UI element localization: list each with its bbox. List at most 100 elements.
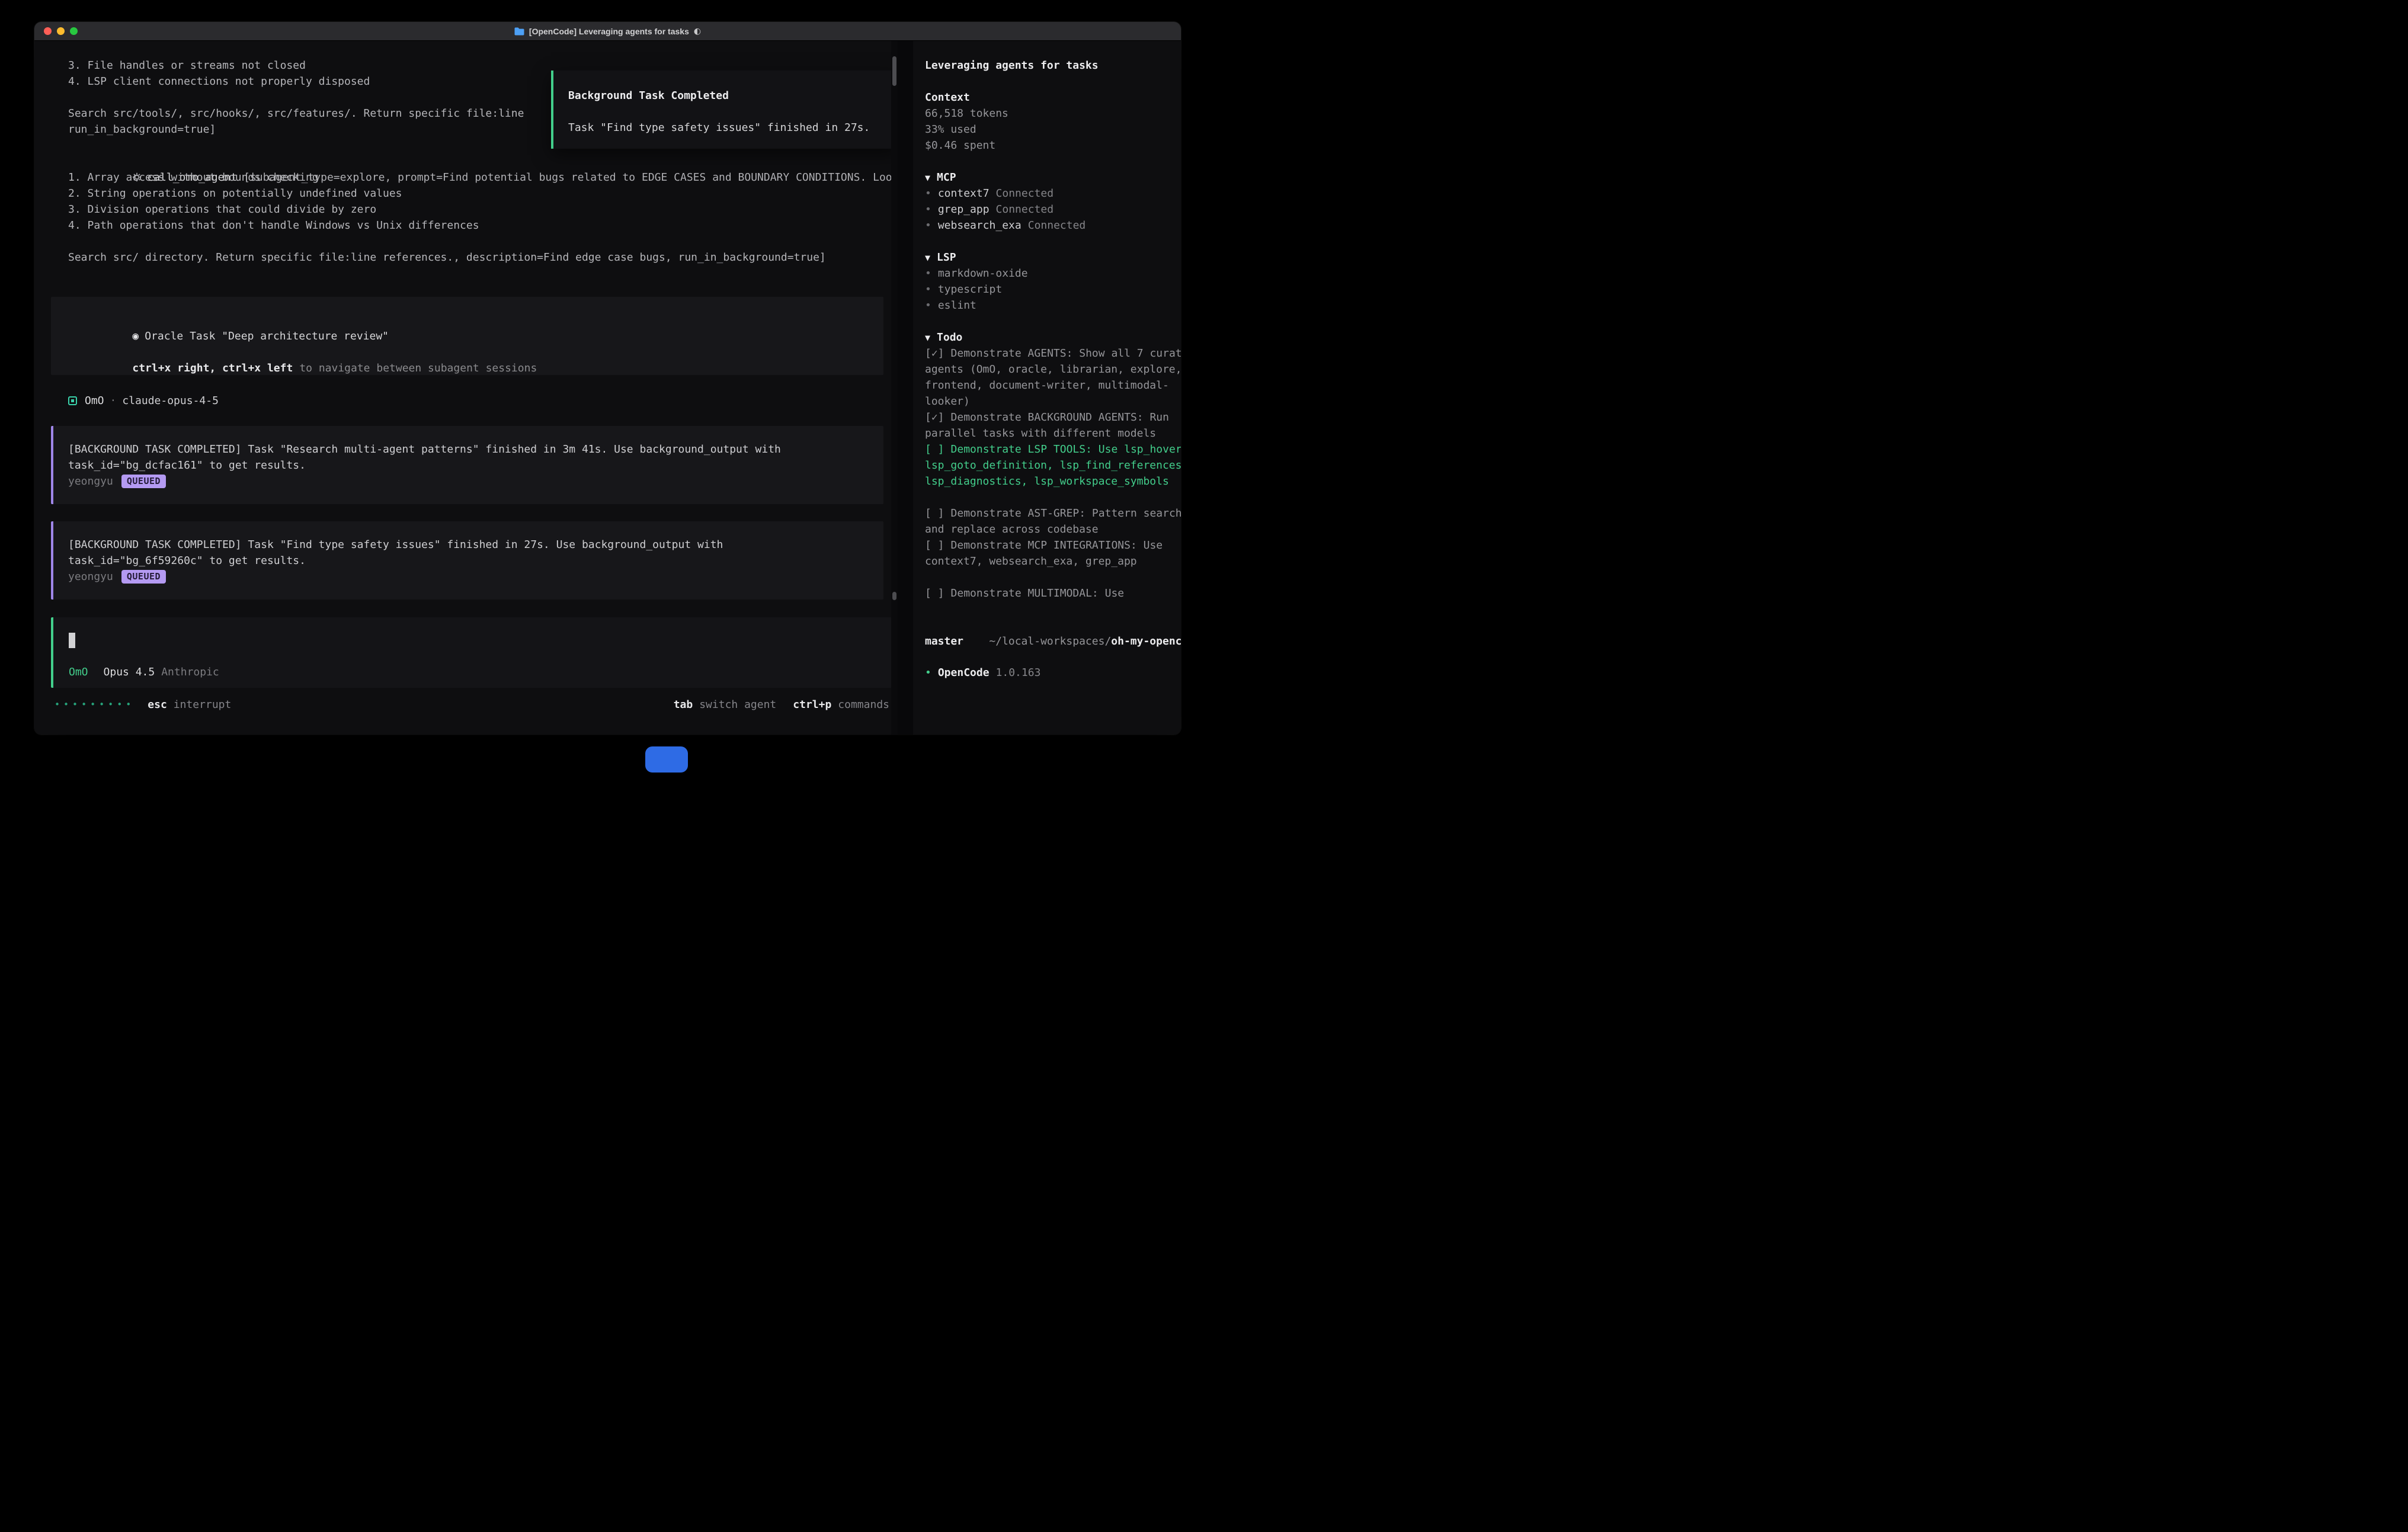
workspace-path-prefix: ~/local-workspaces/ xyxy=(989,635,1111,648)
todo-checkbox: [ ] xyxy=(925,587,944,600)
mcp-status: Connected xyxy=(996,203,1054,216)
fisheye-icon: ◉ xyxy=(132,330,139,342)
esc-action-label: interrupt xyxy=(174,697,232,713)
window-titlebar: [OpenCode] Leveraging agents for tasks ◐ xyxy=(34,22,1181,41)
toast-title: Background Task Completed xyxy=(568,88,895,104)
todo-checkbox: [✓] xyxy=(925,411,944,424)
window-content: 3. File handles or streams not closed 4.… xyxy=(34,41,1181,735)
terminal-line: 2. String operations on potentially unde… xyxy=(68,185,898,201)
main-scrollbar[interactable] xyxy=(891,41,898,735)
todo-item: [ ]Demonstrate LSP TOOLS: Use lsp_hover,… xyxy=(925,441,1181,489)
queue-dots: ••••••••• xyxy=(55,697,135,713)
lsp-name: eslint xyxy=(938,299,976,312)
oracle-task-panel: ◉Oracle Task "Deep architecture review" … xyxy=(51,297,883,375)
dock-app-icon[interactable] xyxy=(645,746,688,773)
scrollbar-thumb[interactable] xyxy=(892,592,896,600)
lsp-section-header[interactable]: ▼LSP xyxy=(925,249,1181,265)
lsp-name: typescript xyxy=(938,283,1002,296)
todo-checkbox: [✓] xyxy=(925,347,944,360)
agent-square-icon xyxy=(68,396,77,405)
tab-action-label: switch agent xyxy=(699,697,776,713)
toast-body: Task "Find type safety issues" finished … xyxy=(568,120,895,136)
mcp-item: • grep_app Connected xyxy=(925,201,1181,217)
todo-item: [✓]Demonstrate AGENTS: Show all 7 curate… xyxy=(925,345,1181,409)
todo-text: Demonstrate AST-GREP: Pattern search and… xyxy=(925,507,1181,536)
chevron-down-icon: ▼ xyxy=(925,332,930,343)
mcp-item: •context7Connected xyxy=(925,185,1181,201)
terminal-line: 3. Division operations that could divide… xyxy=(68,201,898,217)
todo-checkbox: [ ] xyxy=(925,507,944,520)
lsp-item: • eslint xyxy=(925,297,1181,313)
background-task-message: [BACKGROUND TASK COMPLETED] Task "Resear… xyxy=(51,426,883,504)
mcp-status: Connected xyxy=(1028,219,1086,232)
todo-section-header[interactable]: ▼ Todo xyxy=(925,329,1181,345)
terminal-main-pane: 3. File handles or streams not closed 4.… xyxy=(34,41,898,735)
task-message-meta: yeongyu QUEUED xyxy=(68,473,883,489)
todo-text: Demonstrate LSP TOOLS: Use lsp_hover, ls… xyxy=(925,443,1181,488)
window-title-text: [OpenCode] Leveraging agents for tasks xyxy=(529,27,689,36)
mcp-section-label: MCP xyxy=(937,171,956,184)
app-name: OpenCode xyxy=(938,666,990,679)
agent-session-header: OmO · claude-opus-4-5 xyxy=(68,393,898,409)
sidebar: Leveraging agents for tasks Context 66,5… xyxy=(913,41,1181,735)
agent-name: OmO xyxy=(85,393,104,409)
pane-divider xyxy=(898,41,913,735)
bullet-icon: • xyxy=(925,666,931,679)
lsp-name: markdown-oxide xyxy=(938,267,1028,280)
mcp-section-header[interactable]: ▼ MCP xyxy=(925,169,1181,185)
background-task-message: [BACKGROUND TASK COMPLETED] Task "Find t… xyxy=(51,521,883,600)
lsp-item: •markdown-oxide xyxy=(925,265,1181,281)
todo-checkbox: [ ] xyxy=(925,443,944,456)
folder-icon xyxy=(514,27,524,36)
session-title: Leveraging agents for tasks xyxy=(925,57,1181,73)
terminal-window: [OpenCode] Leveraging agents for tasks ◐… xyxy=(34,22,1181,735)
terminal-line: 4. Path operations that don't handle Win… xyxy=(68,217,898,233)
hint-description: to navigate between subagent sessions xyxy=(299,362,537,374)
oracle-task-title: Oracle Task "Deep architecture review" xyxy=(145,330,389,342)
workspace-repo: oh-my-opencode: xyxy=(1111,635,1181,648)
mcp-status: Connected xyxy=(996,187,1054,200)
bullet-icon: • xyxy=(925,203,931,216)
todo-item: [ ]Demonstrate MCP INTEGRATIONS: Use con… xyxy=(925,537,1181,569)
maximize-window-button[interactable] xyxy=(70,27,78,35)
task-message-line: task_id="bg_6f59260c" to get results. xyxy=(68,553,883,569)
esc-key-hint: esc xyxy=(148,697,167,713)
traffic-lights xyxy=(44,22,78,40)
close-window-button[interactable] xyxy=(44,27,52,35)
workspace-path: ~/local-workspaces/oh-my-opencode: maste… xyxy=(925,617,1181,649)
chevron-down-icon: ▼ xyxy=(925,252,930,263)
queued-badge: QUEUED xyxy=(121,570,166,584)
scrollbar-thumb[interactable] xyxy=(892,56,896,86)
todo-text: Demonstrate BACKGROUND AGENTS: Run paral… xyxy=(925,411,1169,440)
commands-key-hint: ctrl+p xyxy=(793,697,831,713)
terminal-line: Search src/ directory. Return specific f… xyxy=(68,249,898,265)
separator-dot: · xyxy=(110,393,117,409)
task-author: yeongyu xyxy=(68,473,113,489)
todo-section-label: Todo xyxy=(937,331,962,344)
oracle-task-hint-row: ctrl+x right, ctrl+x leftto navigate bet… xyxy=(68,344,883,360)
todo-text: Demonstrate MCP INTEGRATIONS: Use contex… xyxy=(925,539,1163,568)
background-task-toast[interactable]: Background Task Completed Task "Find typ… xyxy=(551,70,898,149)
prompt-model-info: OmO Opus 4.5 Anthropic xyxy=(69,664,898,680)
window-title: [OpenCode] Leveraging agents for tasks ◐ xyxy=(514,27,701,36)
app-version-footer: •OpenCode1.0.163 xyxy=(925,665,1181,681)
prompt-input[interactable]: OmO Opus 4.5 Anthropic xyxy=(51,617,898,688)
prompt-provider-name: Anthropic xyxy=(161,664,219,680)
todo-item: [ ]Demonstrate MULTIMODAL: Use xyxy=(925,585,1181,601)
tool-call-line: call_omo_agent[subagent_type=explore, pr… xyxy=(68,153,898,169)
bullet-icon: • xyxy=(925,283,931,296)
prompt-agent-name: OmO xyxy=(69,664,88,680)
bullet-icon: • xyxy=(925,299,931,312)
minimize-window-button[interactable] xyxy=(57,27,65,35)
half-moon-icon: ◐ xyxy=(694,27,701,36)
bullet-icon: • xyxy=(925,187,931,200)
text-cursor xyxy=(69,633,75,648)
mcp-name: grep_app xyxy=(938,203,990,216)
tab-key-hint: tab xyxy=(674,697,693,713)
chevron-down-icon: ▼ xyxy=(925,172,930,183)
context-tokens: 66,518 tokens xyxy=(925,105,1181,121)
tool-call-args: [subagent_type=explore, prompt=Find pote… xyxy=(244,171,898,184)
mcp-name: websearch_exa xyxy=(938,219,1022,232)
context-spent: $0.46 spent xyxy=(925,137,1181,153)
queued-badge: QUEUED xyxy=(121,475,166,488)
